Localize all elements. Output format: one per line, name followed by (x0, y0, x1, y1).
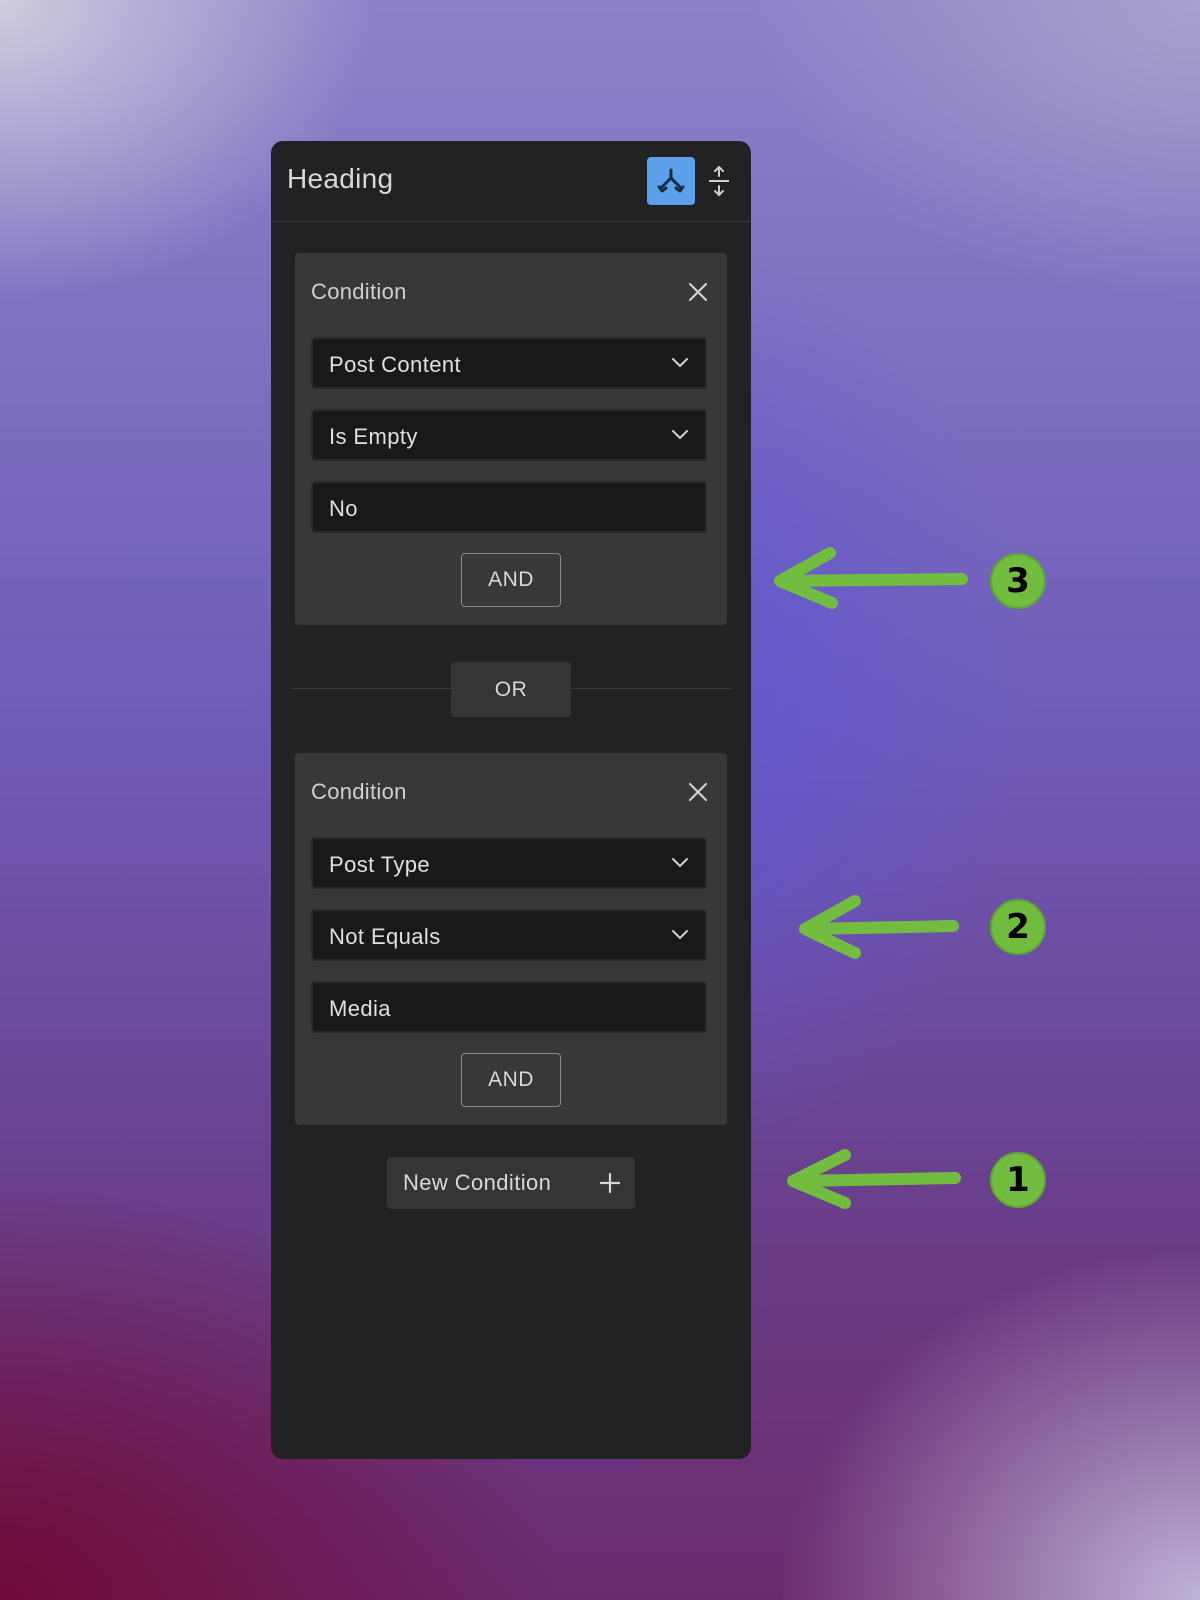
condition-card: Condition Post Content Is Empty No AND (295, 253, 727, 625)
or-button[interactable]: OR (451, 662, 571, 717)
value-input[interactable]: Media (311, 981, 707, 1033)
annotation-badge-1: 1 (990, 1152, 1046, 1208)
expand-button[interactable] (707, 165, 731, 197)
field-select[interactable]: Post Content (311, 337, 707, 389)
conditions-toggle-button[interactable] (647, 157, 695, 205)
field-select-value: Post Content (329, 352, 461, 377)
chevron-down-icon (672, 930, 688, 939)
plus-icon (599, 1172, 621, 1194)
chevron-down-icon (672, 430, 688, 439)
condition-card: Condition Post Type Not Equals Media AND (295, 753, 727, 1125)
close-icon[interactable] (687, 781, 709, 803)
new-condition-button[interactable]: New Condition (387, 1157, 635, 1209)
field-select[interactable]: Post Type (311, 837, 707, 889)
operator-select-value: Not Equals (329, 924, 441, 949)
panel-title: Heading (287, 163, 394, 194)
chevron-down-icon (672, 858, 688, 867)
and-button[interactable]: AND (461, 1053, 561, 1107)
chevron-down-icon (672, 358, 688, 367)
annotation-arrow-2 (799, 895, 959, 959)
and-button[interactable]: AND (461, 553, 561, 607)
panel-header: Heading (271, 141, 751, 222)
condition-title: Condition (311, 279, 407, 304)
value-input-text: No (329, 496, 358, 521)
field-select-value: Post Type (329, 852, 431, 877)
conditions-icon (657, 168, 685, 193)
value-input-text: Media (329, 996, 391, 1021)
operator-select[interactable]: Not Equals (311, 909, 707, 961)
annotation-arrow-1 (787, 1149, 961, 1209)
conditions-panel: Heading Condition Post Content Is Empty … (271, 141, 751, 1459)
value-input[interactable]: No (311, 481, 707, 533)
expand-vertical-icon (709, 165, 729, 197)
operator-select-value: Is Empty (329, 424, 418, 449)
annotation-badge-3: 3 (990, 553, 1046, 609)
operator-select[interactable]: Is Empty (311, 409, 707, 461)
annotation-badge-2: 2 (990, 899, 1046, 955)
close-icon[interactable] (687, 281, 709, 303)
condition-title: Condition (311, 779, 407, 804)
annotation-arrow-3 (774, 547, 968, 609)
new-condition-label: New Condition (403, 1170, 552, 1195)
